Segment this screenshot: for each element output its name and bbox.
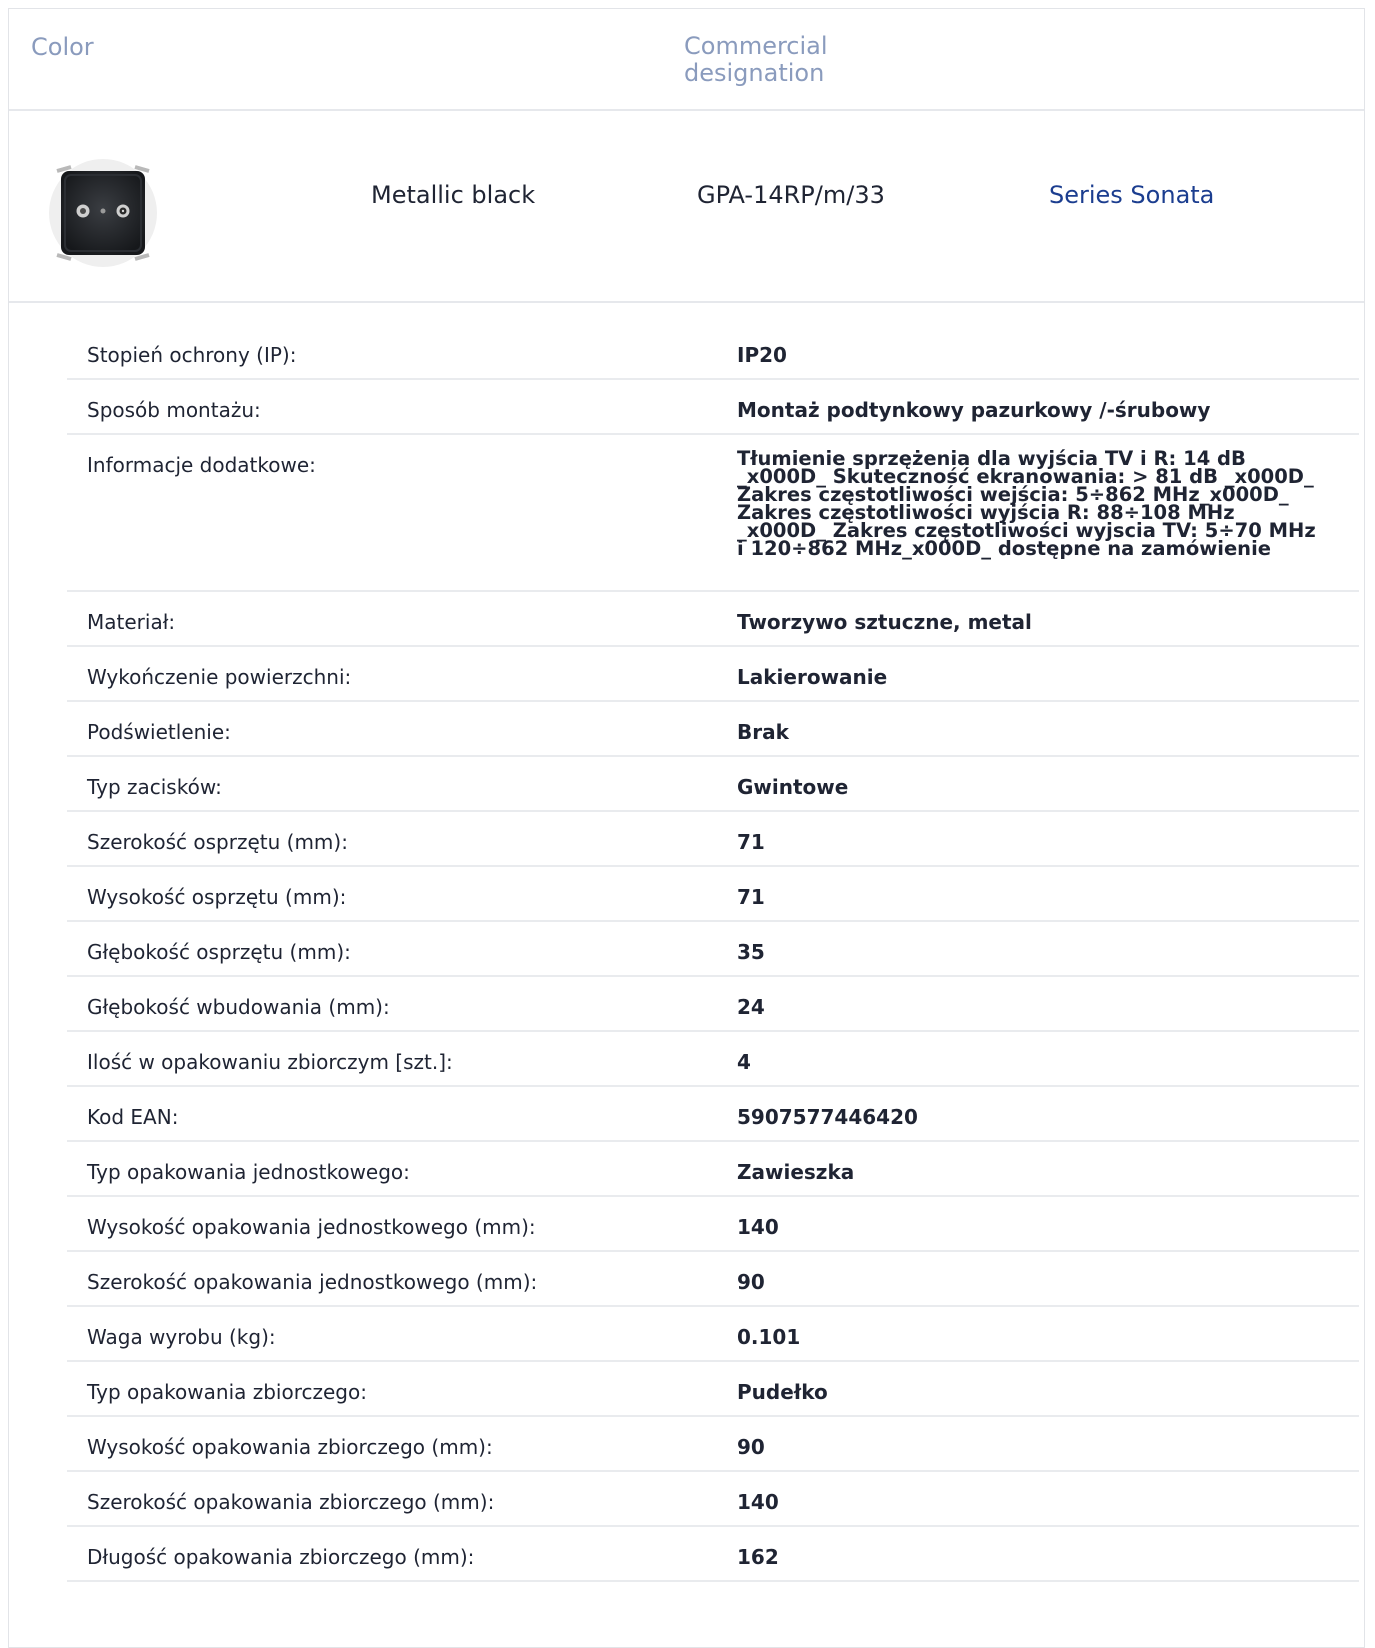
spec-row: Kod EAN: 5907577446420: [67, 1087, 1359, 1142]
spec-row: Wysokość osprzętu (mm): 71: [67, 867, 1359, 922]
spec-row: Wykończenie powierzchni: Lakierowanie: [67, 647, 1359, 702]
spec-label: Szerokość osprzętu (mm):: [87, 830, 348, 854]
spec-label: Informacje dodatkowe:: [87, 453, 316, 477]
spec-value: Tłumienie sprzężenia dla wyjścia TV i R:…: [737, 447, 1316, 560]
spec-label: Podświetlenie:: [87, 720, 231, 744]
spec-value: 4: [737, 1050, 751, 1074]
specifications-table: Stopień ochrony (IP): IP20 Sposób montaż…: [67, 325, 1359, 1582]
spec-label: Głębokość osprzętu (mm):: [87, 940, 351, 964]
spec-row: Głębokość osprzętu (mm): 35: [67, 922, 1359, 977]
spec-label: Typ opakowania jednostkowego:: [87, 1160, 410, 1184]
spec-label: Stopień ochrony (IP):: [87, 343, 297, 367]
spec-row: Podświetlenie: Brak: [67, 702, 1359, 757]
spec-value: 71: [737, 885, 765, 909]
spec-row: Sposób montażu: Montaż podtynkowy pazurk…: [67, 380, 1359, 435]
spec-label: Długość opakowania zbiorczego (mm):: [87, 1545, 475, 1569]
spec-value: 90: [737, 1435, 765, 1459]
spec-row: Ilość w opakowaniu zbiorczym [szt.]: 4: [67, 1032, 1359, 1087]
spec-label: Szerokość opakowania zbiorczego (mm):: [87, 1490, 495, 1514]
product-variant-table: Color Commercial designation Metallic bl…: [8, 8, 1365, 1648]
spec-label: Ilość w opakowaniu zbiorczym [szt.]:: [87, 1050, 453, 1074]
spec-label: Kod EAN:: [87, 1105, 179, 1129]
spec-value: Gwintowe: [737, 775, 849, 799]
spec-row: Szerokość osprzętu (mm): 71: [67, 812, 1359, 867]
spec-row: Materiał: Tworzywo sztuczne, metal: [67, 592, 1359, 647]
spec-row: Typ opakowania zbiorczego: Pudełko: [67, 1362, 1359, 1417]
spec-value: 35: [737, 940, 765, 964]
spec-row: Głębokość wbudowania (mm): 24: [67, 977, 1359, 1032]
spec-label: Materiał:: [87, 610, 176, 634]
spec-value: 162: [737, 1545, 779, 1569]
spec-row: Stopień ochrony (IP): IP20: [67, 325, 1359, 380]
product-code: GPA-14RP/m/33: [697, 181, 885, 209]
spec-label: Sposób montażu:: [87, 398, 261, 422]
spec-row: Wysokość opakowania zbiorczego (mm): 90: [67, 1417, 1359, 1472]
spec-label: Wykończenie powierzchni:: [87, 665, 352, 689]
spec-value: 24: [737, 995, 765, 1019]
spec-label: Waga wyrobu (kg):: [87, 1325, 276, 1349]
spec-value: 140: [737, 1490, 779, 1514]
spec-value: 71: [737, 830, 765, 854]
spec-value: Tworzywo sztuczne, metal: [737, 610, 1032, 634]
spec-value: Brak: [737, 720, 789, 744]
spec-label: Głębokość wbudowania (mm):: [87, 995, 390, 1019]
product-image: [47, 157, 159, 269]
spec-row: Szerokość opakowania zbiorczego (mm): 14…: [67, 1472, 1359, 1527]
spec-row: Wysokość opakowania jednostkowego (mm): …: [67, 1197, 1359, 1252]
spec-row: Typ zacisków: Gwintowe: [67, 757, 1359, 812]
spec-value: Zawieszka: [737, 1160, 855, 1184]
spec-value: Pudełko: [737, 1380, 828, 1404]
spec-row: Informacje dodatkowe: Tłumienie sprzężen…: [67, 435, 1359, 592]
table-header: Color Commercial designation: [9, 9, 1364, 111]
spec-row: Typ opakowania jednostkowego: Zawieszka: [67, 1142, 1359, 1197]
tv-radio-socket-icon: [49, 159, 157, 267]
spec-label: Typ zacisków:: [87, 775, 222, 799]
color-column-header: Color: [31, 33, 94, 61]
spec-label: Wysokość opakowania zbiorczego (mm):: [87, 1435, 493, 1459]
spec-value: Lakierowanie: [737, 665, 888, 689]
spec-value: IP20: [737, 343, 787, 367]
designation-column-header: Commercial designation: [684, 32, 828, 87]
spec-row: Długość opakowania zbiorczego (mm): 162: [67, 1527, 1359, 1582]
product-row: Metallic black GPA-14RP/m/33 Series Sona…: [9, 111, 1364, 303]
series-link[interactable]: Series Sonata: [1049, 181, 1214, 209]
spec-value: Montaż podtynkowy pazurkowy /-śrubowy: [737, 398, 1211, 422]
spec-value: 140: [737, 1215, 779, 1239]
spec-row: Waga wyrobu (kg): 0.101: [67, 1307, 1359, 1362]
product-color: Metallic black: [371, 181, 536, 209]
spec-label: Szerokość opakowania jednostkowego (mm):: [87, 1270, 538, 1294]
spec-label: Wysokość osprzętu (mm):: [87, 885, 347, 909]
spec-label: Typ opakowania zbiorczego:: [87, 1380, 367, 1404]
spec-row: Szerokość opakowania jednostkowego (mm):…: [67, 1252, 1359, 1307]
spec-value: 5907577446420: [737, 1105, 918, 1129]
spec-label: Wysokość opakowania jednostkowego (mm):: [87, 1215, 536, 1239]
spec-value: 0.101: [737, 1325, 801, 1349]
spec-value: 90: [737, 1270, 765, 1294]
